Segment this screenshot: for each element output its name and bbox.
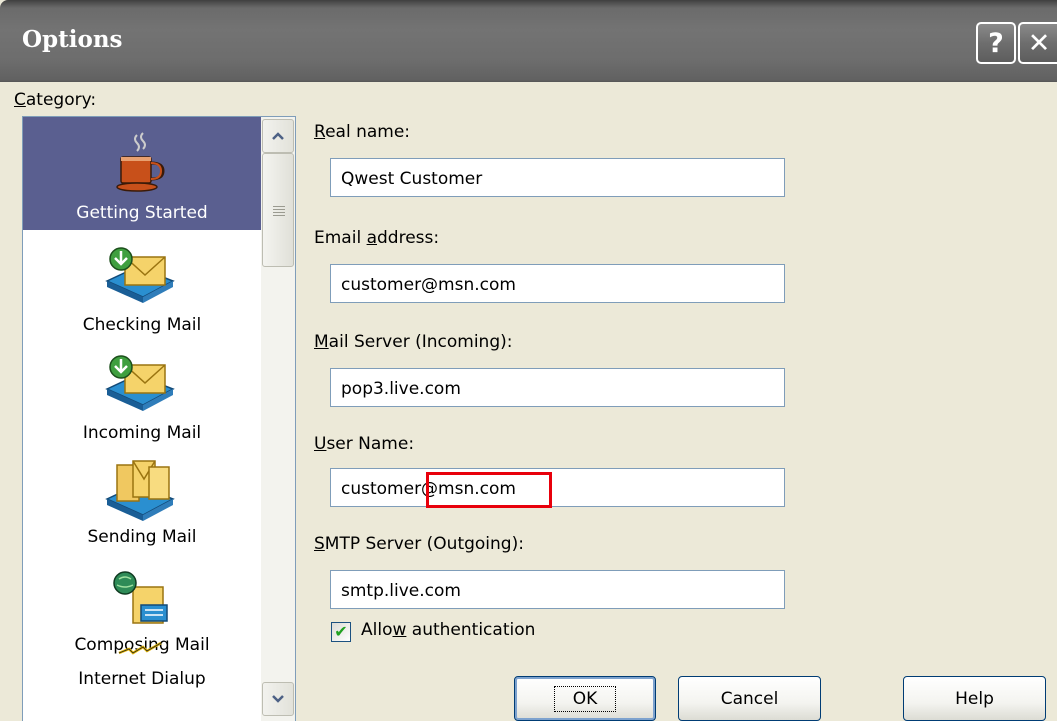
scroll-up-button[interactable] bbox=[262, 119, 294, 153]
category-item-getting-started[interactable]: Getting Started bbox=[23, 117, 261, 230]
scroll-thumb[interactable] bbox=[262, 153, 294, 267]
title-bar[interactable]: Options ? ✕ bbox=[0, 0, 1057, 82]
category-scrollbar[interactable] bbox=[261, 117, 295, 721]
highlight-box bbox=[426, 472, 552, 508]
window-title: Options bbox=[22, 26, 123, 53]
real-name-field[interactable]: Qwest Customer bbox=[330, 158, 785, 197]
close-icon[interactable]: ✕ bbox=[1018, 22, 1057, 64]
category-item-label: Sending Mail bbox=[87, 527, 197, 547]
incoming-mail-icon bbox=[105, 355, 175, 411]
category-item-label: Incoming Mail bbox=[82, 423, 202, 443]
smtp-server-label: SMTP Server (Outgoing): bbox=[314, 534, 524, 554]
incoming-server-field[interactable]: pop3.live.com bbox=[330, 368, 785, 407]
allow-authentication-label[interactable]: Allow authentication bbox=[361, 620, 535, 640]
incoming-server-label: Mail Server (Incoming): bbox=[314, 332, 513, 352]
help-icon[interactable]: ? bbox=[976, 22, 1016, 64]
email-address-label: Email address: bbox=[314, 228, 440, 248]
category-item-label: Checking Mail bbox=[82, 315, 202, 335]
options-dialog: Options ? ✕ Category: Getting Started Ch… bbox=[0, 0, 1057, 721]
checking-mail-icon bbox=[105, 247, 175, 303]
sending-mail-icon bbox=[105, 460, 175, 521]
user-name-field[interactable]: customer@msn.com bbox=[330, 468, 785, 507]
user-name-label: User Name: bbox=[314, 434, 415, 454]
category-item-incoming-mail[interactable]: Incoming Mail bbox=[23, 341, 261, 451]
email-address-field[interactable]: customer@msn.com bbox=[330, 264, 785, 303]
scroll-down-button[interactable] bbox=[262, 682, 294, 716]
dialup-lightning-icon bbox=[118, 641, 162, 655]
chevron-up-icon bbox=[272, 132, 284, 140]
chevron-down-icon bbox=[272, 695, 284, 703]
category-list[interactable]: Getting Started Checking Mail Incoming M… bbox=[22, 116, 296, 721]
category-item-label: Getting Started bbox=[76, 203, 208, 223]
composing-mail-icon bbox=[113, 571, 168, 624]
coffee-cup-icon bbox=[116, 132, 165, 192]
help-button[interactable]: Help bbox=[903, 676, 1046, 721]
ok-button[interactable]: OK bbox=[514, 676, 656, 721]
category-item-checking-mail[interactable]: Checking Mail bbox=[23, 231, 261, 341]
category-item-sending-mail[interactable]: Sending Mail bbox=[23, 451, 261, 561]
allow-authentication-checkbox[interactable]: ✔ bbox=[331, 622, 351, 642]
category-label: Category: bbox=[14, 90, 97, 110]
real-name-label: Real name: bbox=[314, 122, 411, 142]
category-item-label: Internet Dialup bbox=[78, 669, 206, 689]
category-item-internet-dialup[interactable]: Internet Dialup bbox=[23, 637, 261, 721]
smtp-server-field[interactable]: smtp.live.com bbox=[330, 570, 785, 609]
ok-button-label: OK bbox=[553, 685, 617, 712]
cancel-button[interactable]: Cancel bbox=[678, 676, 821, 721]
